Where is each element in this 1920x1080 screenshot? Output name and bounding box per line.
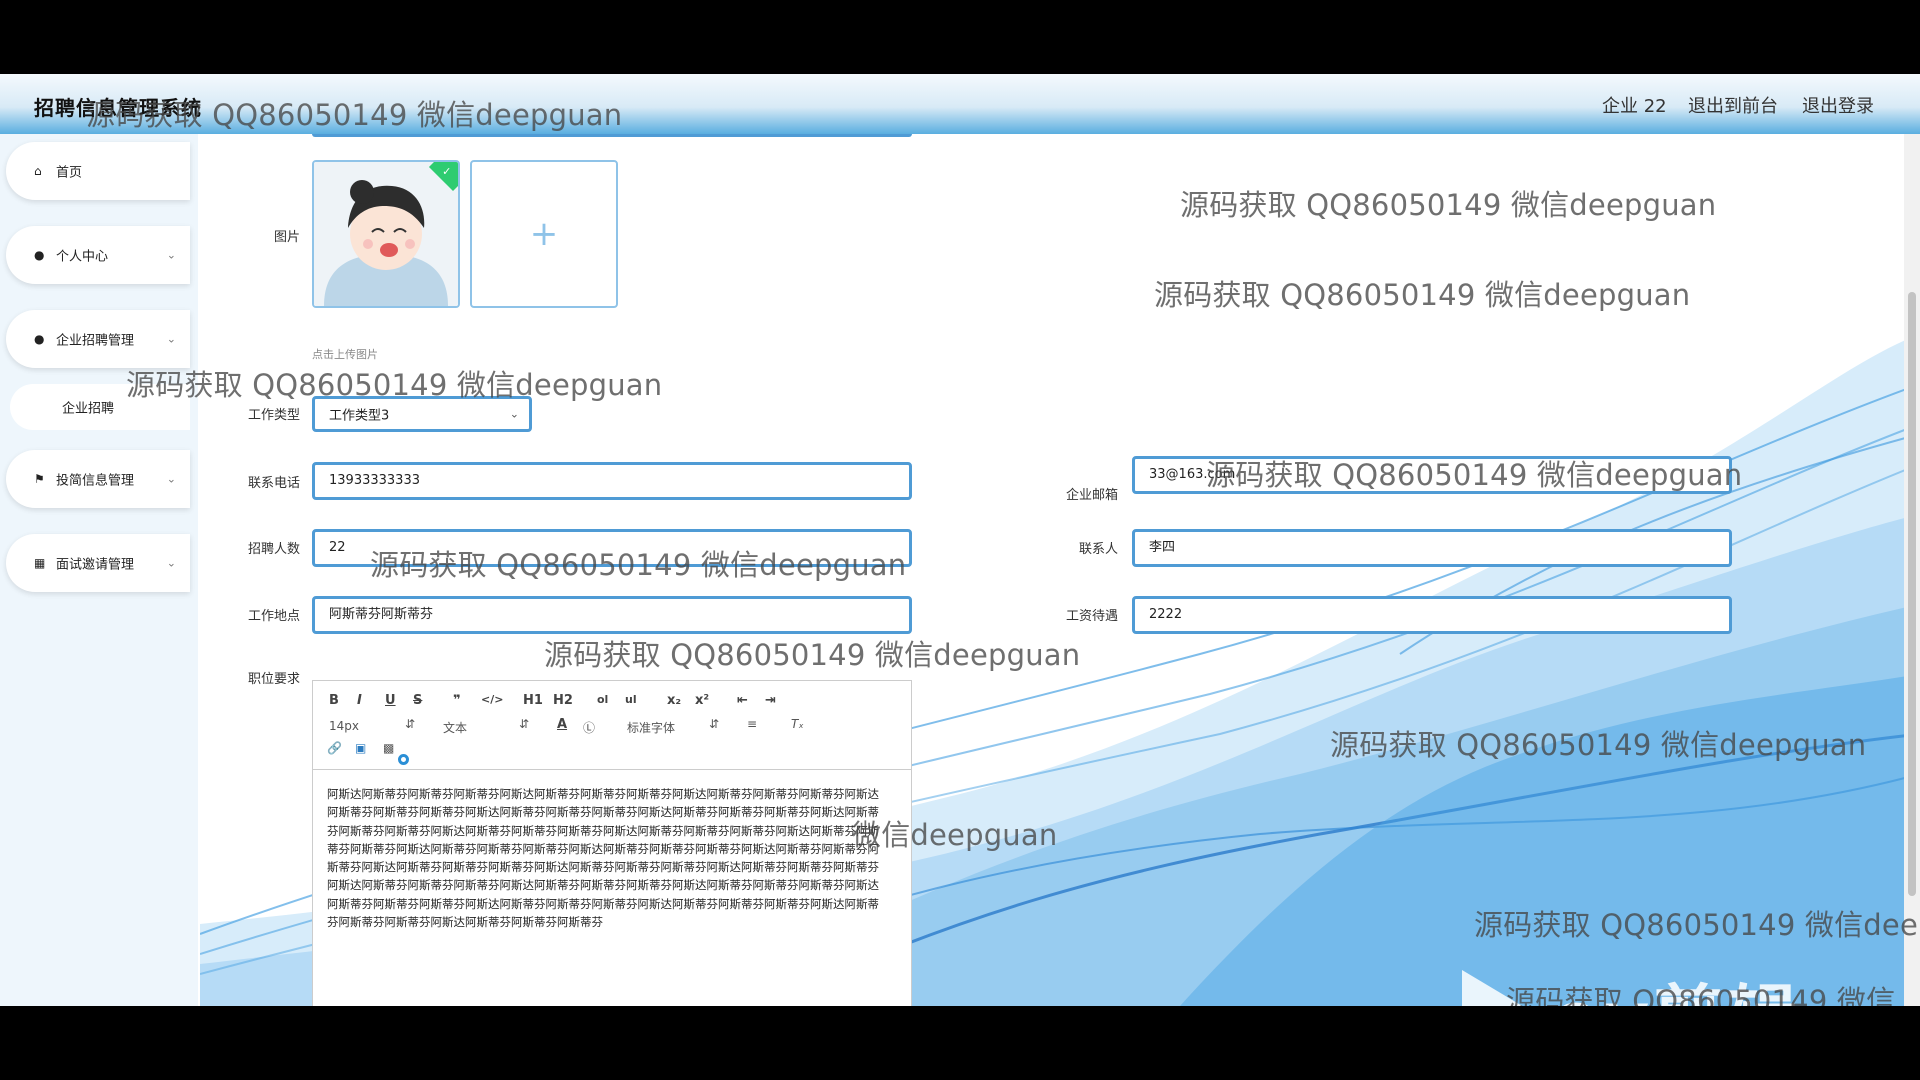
font-size-select[interactable]: 14px — [329, 719, 359, 733]
watermark: 源码获取 QQ86050149 微信deepguan — [544, 638, 1081, 672]
link-icon[interactable]: 🔗 — [327, 741, 342, 755]
logout-link[interactable]: 退出登录 — [1802, 92, 1874, 118]
job-type-label: 工作类型 — [247, 408, 300, 423]
ordered-list-button[interactable]: ol — [597, 693, 608, 706]
sidebar-item-label: 面试邀请管理 — [56, 557, 135, 573]
watermark: 源码获取 QQ86050149 微信dee — [1474, 908, 1918, 942]
sidebar: ⌂ 首页 ● 个人中心 ⌄ ● 企业招聘管理 ⌄ 企业招聘 ⚑ 投简信息管理 ⌄ — [0, 134, 198, 1006]
form-top-edge — [312, 134, 912, 137]
cursor-indicator-icon — [398, 754, 409, 765]
flag-icon: ⚑ — [34, 472, 45, 486]
sidebar-item-home[interactable]: ⌂ 首页 — [6, 142, 190, 200]
clear-format-icon[interactable]: Tₓ — [791, 717, 804, 731]
bullet-list-button[interactable]: ul — [625, 693, 637, 706]
font-family-chevron-icon: ⇵ — [709, 717, 720, 731]
chevron-down-icon: ⌄ — [166, 248, 176, 262]
indent-button[interactable]: ⇥ — [765, 693, 776, 708]
app-frame: 招聘信息管理系统 企业 22 退出到前台 退出登录 ⌂ 首页 ● 个人中心 ⌄ … — [0, 74, 1920, 1006]
requirements-label: 职位要求 — [247, 672, 300, 687]
align-icon[interactable]: ≡ — [747, 717, 757, 731]
font-family-select[interactable]: 标准字体 — [627, 719, 675, 736]
upload-hint: 点击上传图片 — [312, 348, 378, 361]
main-content: ⌂ 首页 ● 个人中心 ⌄ ● 企业招聘管理 ⌄ 企业招聘 ⚑ 投简信息管理 ⌄ — [0, 134, 1920, 1006]
code-button[interactable]: </> — [481, 693, 503, 706]
phone-label: 联系电话 — [247, 476, 300, 491]
subscript-button[interactable]: x₂ — [667, 693, 681, 708]
sidebar-item-label: 企业招聘 — [62, 401, 115, 417]
sidebar-item-label: 投简信息管理 — [56, 473, 135, 489]
h1-button[interactable]: H1 — [523, 693, 543, 708]
avatar-image — [314, 162, 458, 306]
location-input[interactable]: 阿斯蒂芬阿斯蒂芬 — [312, 596, 912, 634]
watermark: 源码获取 QQ86050149 微信deepguan — [1206, 458, 1743, 492]
exit-to-front-link[interactable]: 退出到前台 — [1688, 92, 1778, 118]
uploaded-image-thumbnail[interactable]: ✓ — [312, 160, 460, 308]
user-icon: ● — [34, 248, 45, 262]
scrollbar-thumb[interactable] — [1908, 292, 1916, 896]
location-label: 工作地点 — [247, 609, 300, 624]
video-icon[interactable]: ▩ — [383, 741, 394, 755]
salary-input[interactable]: 2222 — [1132, 596, 1732, 634]
chevron-down-icon: ⌄ — [166, 332, 176, 346]
strike-button[interactable]: S — [413, 693, 422, 708]
watermark: 源码获取 QQ86050149 微信deepguan — [126, 368, 663, 402]
italic-button[interactable]: I — [357, 693, 362, 708]
chevron-down-icon: ⌄ — [166, 472, 176, 486]
job-type-value: 工作类型3 — [329, 408, 390, 424]
text-type-select[interactable]: 文本 — [443, 719, 467, 736]
outdent-button[interactable]: ⇤ — [737, 693, 748, 708]
plus-icon: + — [529, 214, 559, 254]
watermark: 源码获取 QQ86050149 微信 — [1506, 984, 1896, 1006]
text-type-chevron-icon: ⇵ — [519, 717, 530, 731]
user-icon: ● — [34, 332, 45, 346]
watermark: 源码获取 QQ86050149 微信deepguan — [1180, 188, 1717, 222]
watermark: 微信deepguan — [852, 818, 1058, 852]
editor-content[interactable]: 阿斯达阿斯蒂芬阿斯蒂芬阿斯蒂芬阿斯达阿斯蒂芬阿斯蒂芬阿斯蒂芬阿斯达阿斯蒂芬阿斯蒂… — [327, 785, 887, 931]
watermark: 源码获取 QQ86050149 微信deepguan — [86, 98, 623, 132]
sidebar-item-label: 企业招聘管理 — [56, 333, 135, 349]
id-card-icon: ▦ — [34, 556, 46, 570]
superscript-button[interactable]: x² — [695, 693, 709, 708]
sidebar-item-recruitment-management[interactable]: ● 企业招聘管理 ⌄ — [6, 310, 190, 368]
underline-button[interactable]: U — [385, 693, 396, 708]
headcount-label: 招聘人数 — [247, 542, 300, 557]
bold-button[interactable]: B — [329, 693, 339, 708]
background-color-icon[interactable]: Ⓛ — [583, 719, 595, 736]
scrollbar[interactable] — [1904, 134, 1920, 1006]
watermark: 源码获取 QQ86050149 微信deepguan — [370, 548, 907, 582]
watermark: 源码获取 QQ86050149 微信deepguan — [1330, 728, 1867, 762]
font-color-icon[interactable]: A — [557, 717, 567, 732]
blockquote-button[interactable]: ❞ — [453, 693, 461, 708]
salary-label: 工资待遇 — [1065, 609, 1118, 624]
font-size-chevron-icon: ⇵ — [405, 717, 416, 731]
rich-text-editor[interactable]: B I U S ❞ </> H1 H2 ol ul x₂ x² ⇤ ⇥ 14px… — [312, 680, 912, 1006]
sidebar-item-label: 首页 — [56, 165, 83, 181]
image-label: 图片 — [273, 230, 300, 245]
phone-input[interactable]: 13933333333 — [312, 462, 912, 500]
contact-label: 联系人 — [1078, 542, 1118, 557]
current-user-label[interactable]: 企业 22 — [1602, 92, 1667, 118]
contact-input[interactable]: 李四 — [1132, 529, 1732, 567]
watermark: 源码获取 QQ86050149 微信deepguan — [1154, 278, 1691, 312]
h2-button[interactable]: H2 — [553, 693, 573, 708]
sidebar-item-resume-management[interactable]: ⚑ 投简信息管理 ⌄ — [6, 450, 190, 508]
home-icon: ⌂ — [34, 164, 42, 178]
chevron-down-icon: ⌄ — [509, 407, 519, 421]
add-image-button[interactable]: + — [470, 160, 618, 308]
chevron-down-icon: ⌄ — [166, 556, 176, 570]
sidebar-item-label: 个人中心 — [56, 249, 109, 265]
sidebar-item-interview-management[interactable]: ▦ 面试邀请管理 ⌄ — [6, 534, 190, 592]
email-label: 企业邮箱 — [1065, 488, 1118, 503]
sidebar-item-personal-center[interactable]: ● 个人中心 ⌄ — [6, 226, 190, 284]
image-icon[interactable]: ▣ — [355, 741, 366, 755]
